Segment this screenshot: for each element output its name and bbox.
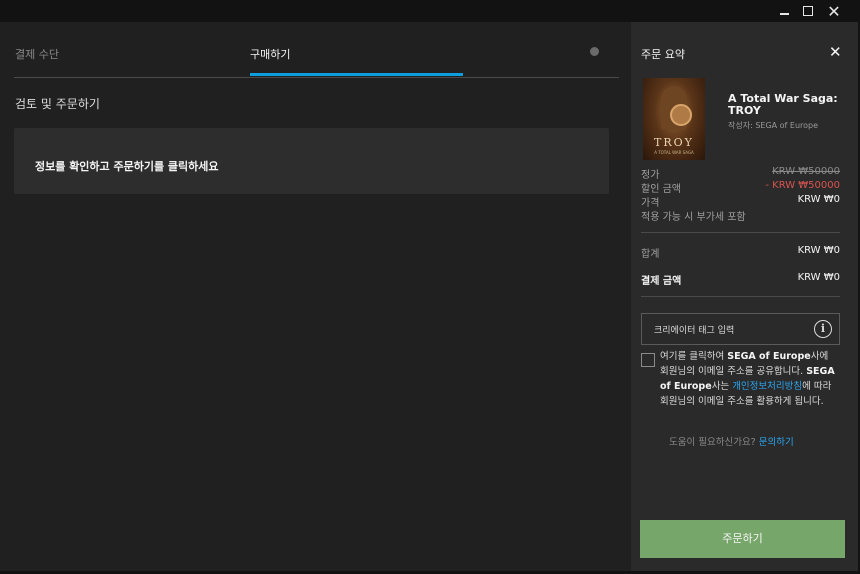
- shield-icon: [670, 104, 692, 126]
- price-row-vat-note: 적용 가능 시 부가세 포함: [641, 208, 840, 223]
- title-bar: ✕: [0, 0, 860, 22]
- contact-us-link[interactable]: 문의하기: [759, 437, 794, 448]
- price-label: 정가: [641, 170, 660, 181]
- secure-icon: [590, 47, 599, 56]
- price-label: 가격: [641, 198, 660, 209]
- close-icon[interactable]: ✕: [829, 43, 842, 61]
- tab-purchase[interactable]: 구매하기: [250, 46, 290, 62]
- info-icon[interactable]: i: [814, 320, 832, 338]
- divider: [641, 296, 840, 297]
- help-text: 도움이 필요하신가요? 문의하기: [669, 434, 794, 448]
- price-value: KRW ₩0: [797, 194, 840, 205]
- privacy-policy-link[interactable]: 개인정보처리방침: [732, 381, 802, 392]
- checkout-tabs: 결제 수단 구매하기: [14, 22, 619, 78]
- game-publisher: 작성자: SEGA of Europe: [728, 121, 819, 130]
- review-title: 검토 및 주문하기: [15, 97, 100, 111]
- active-tab-indicator: [250, 73, 463, 76]
- email-share-checkbox[interactable]: [641, 353, 655, 367]
- total-value: KRW ₩0: [797, 245, 840, 256]
- game-cover-image: TROY A TOTAL WAR SAGA: [643, 78, 705, 160]
- cover-logo-subtitle: A TOTAL WAR SAGA: [654, 150, 694, 155]
- payment-amount-row: 결제 금액 KRW ₩0: [641, 272, 840, 287]
- creator-tag-input[interactable]: 크리에이터 태그 입력 i: [641, 313, 840, 345]
- maximize-icon: [803, 6, 813, 16]
- price-label: 할인 금액: [641, 184, 681, 195]
- consent-text: 사는: [711, 381, 733, 392]
- vat-note: 적용 가능 시 부가세 포함: [641, 212, 746, 223]
- divider: [641, 232, 840, 233]
- price-value: - KRW ₩50000: [765, 180, 840, 191]
- summary-title: 주문 요약: [641, 48, 685, 61]
- cover-logo-title: TROY: [654, 136, 694, 149]
- tab-payment-method[interactable]: 결제 수단: [15, 46, 59, 62]
- window-close-button[interactable]: ✕: [822, 0, 846, 22]
- creator-tag-placeholder: 크리에이터 태그 입력: [654, 326, 735, 336]
- order-summary-panel: 주문 요약 ✕ TROY A TOTAL WAR SAGA A Total Wa…: [631, 22, 858, 571]
- place-order-button[interactable]: 주문하기: [640, 520, 845, 558]
- price-row-discount: 할인 금액 - KRW ₩50000: [641, 180, 840, 195]
- review-notice: 정보를 확인하고 주문하기를 클릭하세요: [14, 128, 609, 194]
- minimize-button[interactable]: [772, 0, 796, 22]
- total-label: 합계: [641, 249, 660, 260]
- price-value: KRW ₩50000: [772, 166, 840, 177]
- price-row-price: 가격 KRW ₩0: [641, 194, 840, 209]
- checkout-main-panel: 결제 수단 구매하기 검토 및 주문하기 정보를 확인하고 주문하기를 클릭하세…: [0, 22, 631, 571]
- maximize-button[interactable]: [796, 0, 820, 22]
- consent-text: 여기를 클릭하여: [660, 351, 728, 362]
- game-title: A Total War Saga: TROY: [728, 92, 838, 117]
- consent-publisher: SEGA of Europe: [727, 351, 811, 362]
- minimize-icon: [779, 13, 789, 15]
- total-row: 합계 KRW ₩0: [641, 245, 840, 260]
- payment-amount-value: KRW ₩0: [797, 272, 840, 283]
- review-notice-text: 정보를 확인하고 주문하기를 클릭하세요: [35, 160, 219, 173]
- help-question: 도움이 필요하신가요?: [669, 437, 759, 448]
- email-share-consent-text: 여기를 클릭하여 SEGA of Europe사에 회원님의 이메일 주소를 공…: [660, 349, 835, 409]
- payment-amount-label: 결제 금액: [641, 276, 682, 287]
- price-row-list-price: 정가 KRW ₩50000: [641, 166, 840, 181]
